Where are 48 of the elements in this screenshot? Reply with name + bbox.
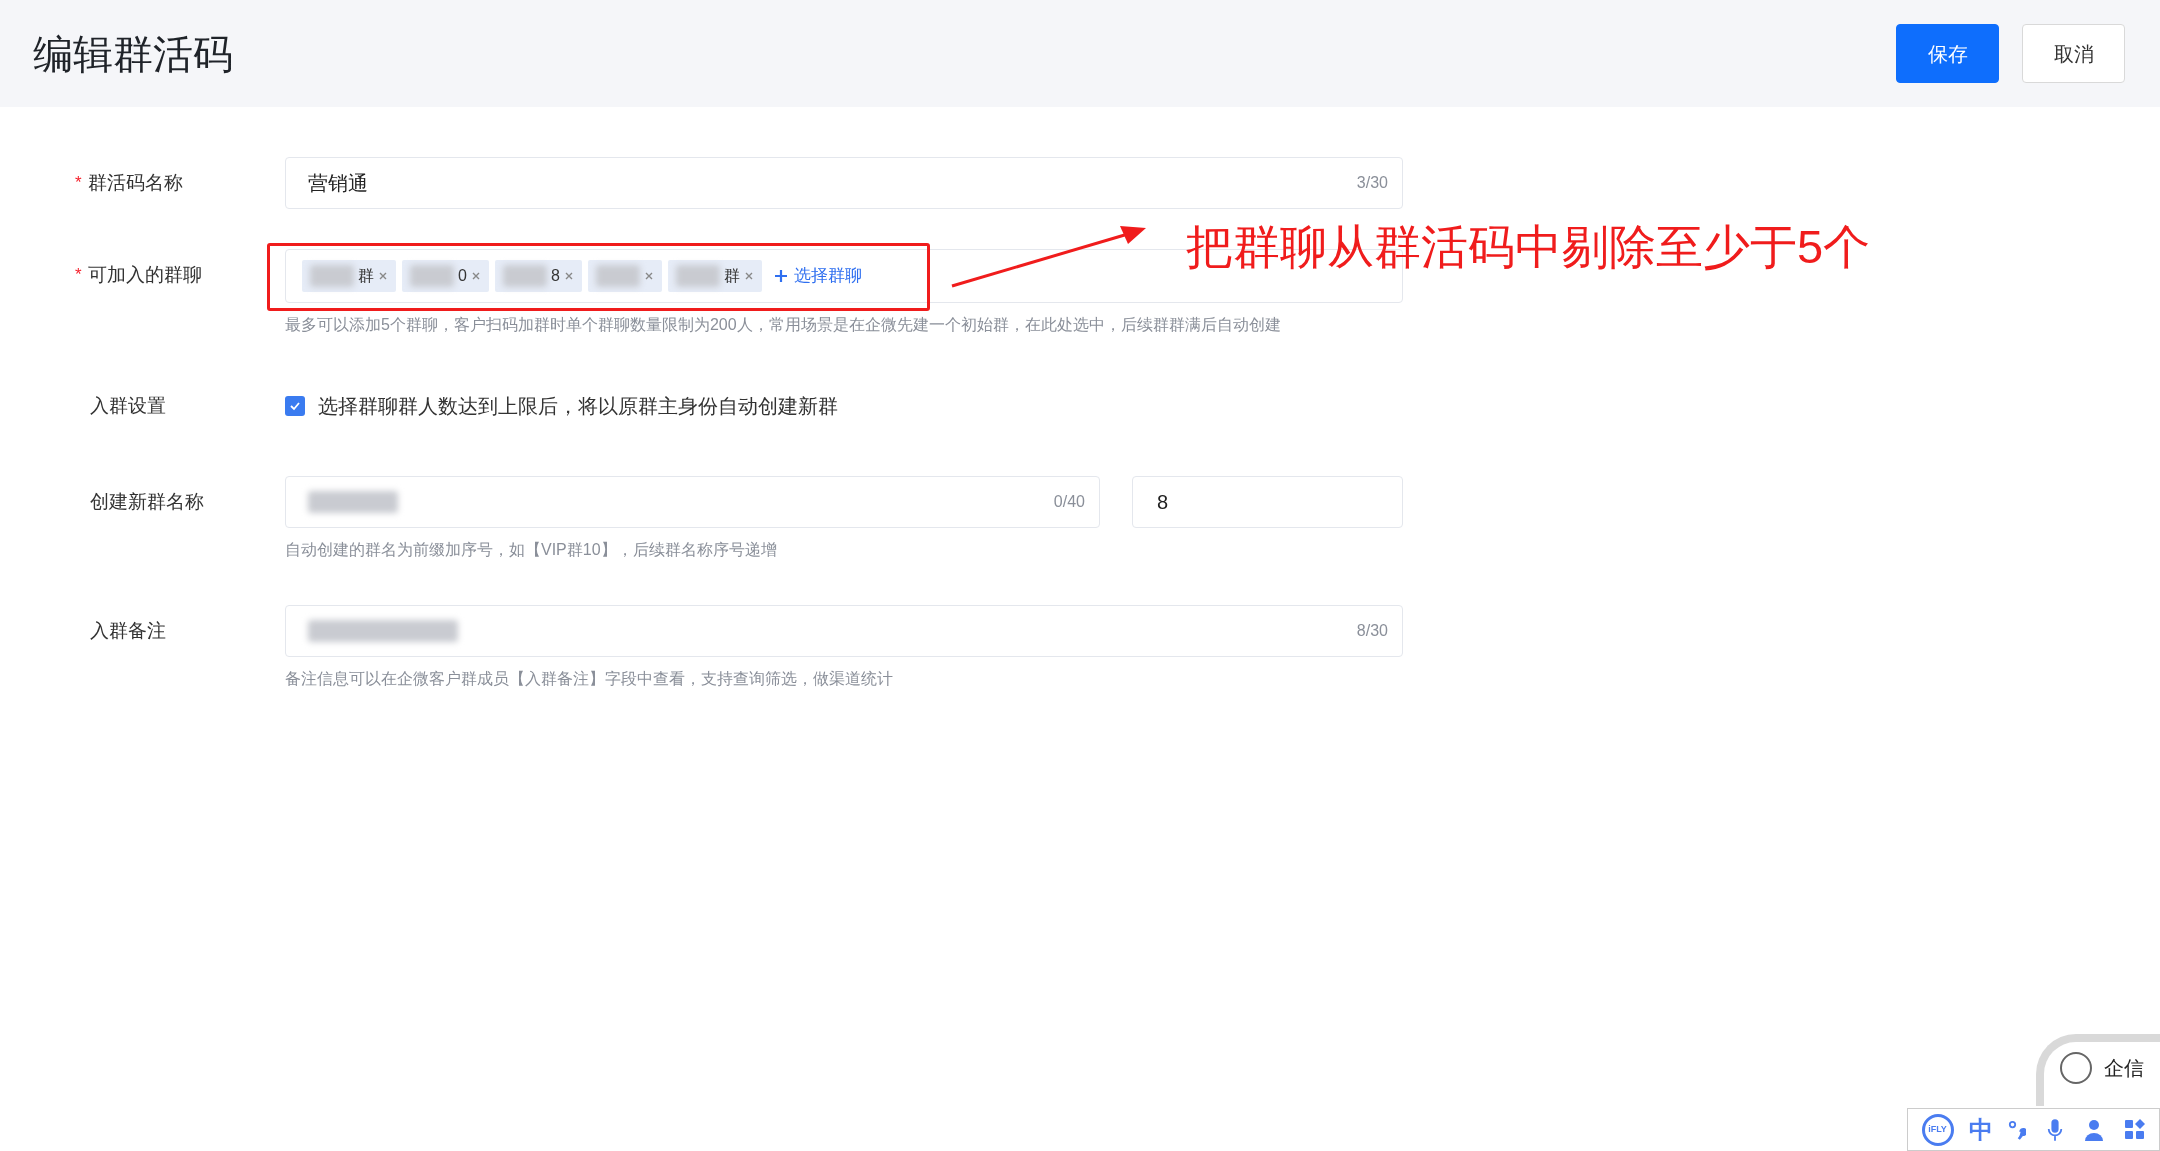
field-label: 入群设置 (90, 393, 166, 418)
select-group-link[interactable]: 选择群聊 (773, 263, 862, 289)
cancel-button[interactable]: 取消 (2022, 24, 2125, 83)
checkbox[interactable] (285, 396, 305, 416)
field-label: 群活码名称 (87, 170, 183, 195)
group-name-field[interactable]: 0/40 (285, 476, 1100, 528)
hint-text: 备注信息可以在企微客户群成员【入群备注】字段中查看，支持查询筛选，做渠道统计 (284, 669, 894, 689)
blurred-name (410, 265, 454, 287)
checkmark-icon (289, 400, 301, 412)
required-asterisk: * (75, 264, 82, 287)
punctuation-icon[interactable] (2007, 1118, 2026, 1141)
blurred-name (675, 265, 720, 287)
required-asterisk: * (75, 172, 82, 195)
chat-widget[interactable]: 企信 (2036, 1034, 2160, 1106)
blurred-name (595, 265, 640, 287)
close-icon[interactable] (378, 271, 388, 281)
field-label: 入群备注 (90, 618, 166, 643)
tag-text: 群 (723, 266, 740, 286)
hint-text: 最多可以添加5个群聊，客户扫码加群时单个群聊数量限制为200人，常用场景是在企微先建一个初始群，在此处选中，后续群群满后自动创建 (284, 315, 1282, 335)
input-mode-toggle[interactable]: 中 (1968, 1111, 1993, 1148)
close-icon[interactable] (563, 271, 574, 281)
tag-text: 群 (358, 266, 374, 286)
blurred-name (502, 265, 547, 287)
person-icon[interactable] (2083, 1118, 2104, 1141)
tag-text: 8 (550, 266, 560, 286)
field-value: 营销通 (308, 171, 368, 196)
checkbox-label: 选择群聊群人数达到上限后，将以原群主身份自动创建新群 (318, 394, 838, 419)
close-icon[interactable] (743, 271, 754, 281)
name-field[interactable]: 营销通 3/30 (285, 157, 1403, 209)
char-counter: 3/30 (1356, 173, 1388, 193)
field-label: 可加入的群聊 (87, 262, 202, 287)
plus-icon (773, 269, 788, 283)
apps-grid-icon[interactable] (2123, 1118, 2146, 1141)
page-title: 编辑群活码 (33, 30, 233, 78)
char-counter: 8/30 (1356, 621, 1388, 641)
blurred-name (310, 265, 354, 287)
widget-label: 企信 (2104, 1056, 2144, 1081)
char-counter: 0/40 (1053, 492, 1085, 512)
ifly-logo[interactable]: iFLY (1921, 1113, 1954, 1146)
close-icon[interactable] (470, 271, 481, 281)
remark-field[interactable]: 8/30 (285, 605, 1403, 657)
field-label: 创建新群名称 (90, 489, 204, 514)
microphone-icon[interactable] (2045, 1117, 2064, 1142)
close-icon[interactable] (643, 271, 654, 281)
start-number-field[interactable]: 8 (1132, 476, 1403, 528)
tag-text: 0 (458, 266, 467, 286)
save-button[interactable]: 保存 (1896, 24, 1999, 83)
hint-text: 自动创建的群名为前缀加序号，如【VIP群10】，后续群名称序号递增 (284, 540, 778, 560)
